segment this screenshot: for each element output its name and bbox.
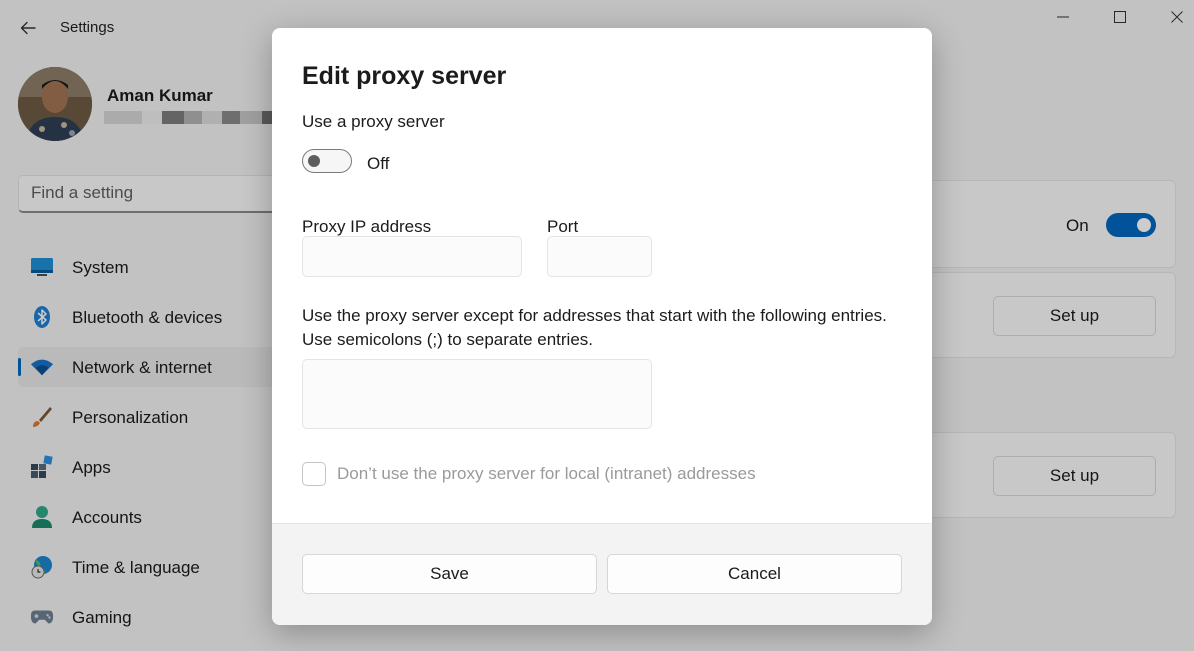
local-bypass-checkbox[interactable] <box>302 462 326 486</box>
exceptions-hint: Use semicolons (;) to separate entries. <box>302 330 594 349</box>
port-label: Port <box>547 217 579 236</box>
dialog-footer: Save Cancel <box>272 523 932 625</box>
port-input[interactable] <box>548 237 651 276</box>
exceptions-description: Use the proxy server except for addresse… <box>302 306 887 325</box>
use-proxy-toggle[interactable] <box>302 149 352 173</box>
dialog-title: Edit proxy server <box>302 62 507 90</box>
local-bypass-label: Don’t use the proxy server for local (in… <box>337 464 756 483</box>
edit-proxy-dialog: Edit proxy server Use a proxy server Off… <box>272 28 932 625</box>
cancel-button[interactable]: Cancel <box>607 554 902 594</box>
port-field[interactable] <box>547 236 652 277</box>
save-button[interactable]: Save <box>302 554 597 594</box>
exceptions-textarea[interactable] <box>303 360 651 428</box>
proxy-ip-input[interactable] <box>303 237 521 276</box>
proxy-ip-label: Proxy IP address <box>302 217 432 236</box>
proxy-ip-field[interactable] <box>302 236 522 277</box>
exceptions-field[interactable] <box>302 359 652 429</box>
use-proxy-label: Use a proxy server <box>302 112 445 131</box>
toggle-state-label: Off <box>367 154 390 173</box>
